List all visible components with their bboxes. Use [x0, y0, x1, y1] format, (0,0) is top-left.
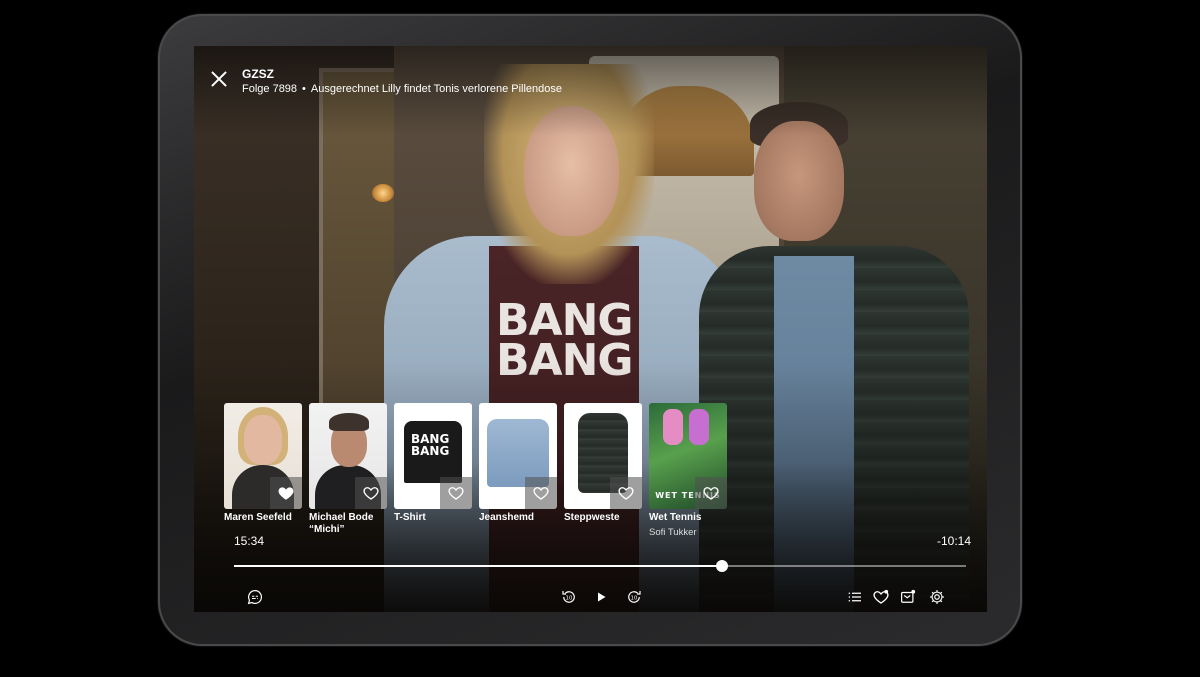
card-title: Maren Seefeld: [224, 512, 292, 523]
play-icon: [598, 592, 606, 602]
favorite-button[interactable]: [610, 477, 642, 509]
favorite-button[interactable]: [355, 477, 387, 509]
rewind-10-icon: 10: [562, 591, 575, 603]
heart-outline-icon: [448, 487, 464, 500]
card-title: Wet Tennis: [649, 512, 702, 523]
heart-filled-icon: [278, 487, 294, 500]
subtitles-button[interactable]: [244, 586, 266, 608]
t-shirt-print: BANG BANG: [411, 432, 450, 458]
separator: •: [302, 83, 306, 95]
card-title: T-Shirt: [394, 512, 426, 523]
episode-list-button[interactable]: [844, 586, 866, 608]
card-title: Steppweste: [564, 512, 620, 523]
card-maren-seefeld[interactable]: Maren Seefeld: [224, 403, 302, 523]
episode-title: Ausgerechnet Lilly findet Tonis verloren…: [310, 83, 563, 95]
heart-outline-icon: [703, 487, 719, 500]
favorite-button[interactable]: [440, 477, 472, 509]
heart-outline-icon: [618, 487, 634, 500]
seek-bar[interactable]: [234, 560, 966, 572]
episode-info: Folge 7898 • Ausgerechnet Lilly findet Ton…: [242, 83, 562, 95]
card-subtitle: Sofi Tukker: [649, 527, 697, 538]
favorite-button[interactable]: [525, 477, 557, 509]
episode-number: Folge 7898: [242, 83, 298, 95]
t-shirt-photo: BANG BANG: [394, 403, 472, 509]
rewind-10-button[interactable]: 10: [558, 586, 580, 608]
tablet-frame: BANG BANG GZSZ Folge 7898 • Ausgerechnet L…: [158, 14, 1022, 646]
settings-button[interactable]: [926, 586, 948, 608]
card-jeanshemd[interactable]: Jeanshemd: [479, 403, 557, 523]
favorite-button[interactable]: [270, 477, 302, 509]
heart-outline-icon: [533, 487, 549, 500]
rewind-label: 10: [566, 596, 573, 602]
favorite-button[interactable]: [695, 477, 727, 509]
play-button[interactable]: [590, 586, 612, 608]
heart-outline-icon: [363, 487, 379, 500]
card-wet-tennis[interactable]: WET TENNIS Wet Tennis Sofi Tukker: [649, 403, 727, 538]
video-player[interactable]: BANG BANG GZSZ Folge 7898 • Ausgerechnet L…: [194, 46, 987, 612]
product-carousel: Maren Seefeld Michael Bode “Michi” BANG …: [224, 403, 727, 538]
favorites-icon: [873, 589, 889, 604]
elapsed-time: 15:34: [234, 534, 265, 548]
episode-list-icon: [848, 592, 861, 602]
seek-bar-progress: [234, 565, 723, 567]
forward-10-icon: 10: [628, 591, 641, 603]
watchlist-icon: [901, 589, 916, 603]
remaining-time: -10:14: [936, 534, 971, 548]
wet-tennis-cover: WET TENNIS: [649, 403, 727, 509]
settings-icon: [930, 590, 944, 604]
michael-bode-photo: [309, 403, 387, 509]
card-steppweste[interactable]: Steppweste: [564, 403, 642, 523]
show-title: GZSZ: [242, 67, 274, 81]
card-t-shirt[interactable]: BANG BANG T-Shirt: [394, 403, 472, 523]
card-michael-bode[interactable]: Michael Bode “Michi”: [309, 403, 387, 535]
forward-10-button[interactable]: 10: [623, 586, 645, 608]
card-title: Michael Bode “Michi”: [309, 512, 374, 535]
favorites-button[interactable]: [870, 586, 892, 608]
jeanshemd-photo: [479, 403, 557, 509]
subtitles-icon: [247, 590, 263, 605]
watchlist-button[interactable]: [897, 586, 919, 608]
maren-seefeld-photo: [224, 403, 302, 509]
steppweste-photo: [564, 403, 642, 509]
forward-label: 10: [631, 596, 638, 602]
card-title: Jeanshemd: [479, 512, 535, 523]
close-icon[interactable]: [208, 68, 230, 90]
